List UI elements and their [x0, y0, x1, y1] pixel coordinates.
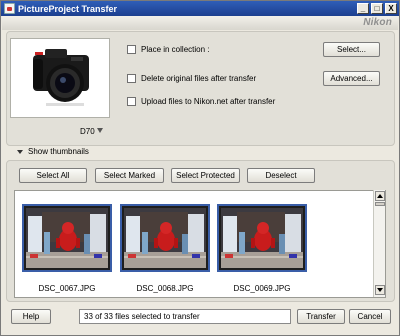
select-all-button[interactable]: Select All: [19, 168, 87, 183]
delete-originals-checkbox[interactable]: [127, 74, 136, 83]
header-strip: Nikon: [2, 16, 398, 30]
chevron-down-icon: [17, 149, 23, 154]
transfer-window: PictureProject Transfer _ □ X Nikon D70 …: [0, 0, 400, 336]
camera-image: [10, 38, 110, 118]
chevron-up-icon: [377, 194, 383, 198]
help-button[interactable]: Help: [11, 309, 51, 324]
upload-nikon-net-checkbox[interactable]: [127, 97, 136, 106]
cancel-button[interactable]: Cancel: [349, 309, 391, 324]
minimize-button[interactable]: _: [357, 3, 369, 14]
scroll-down-button[interactable]: [375, 285, 385, 295]
option-upload-nikon-net[interactable]: Upload files to Nikon.net after transfer: [127, 97, 275, 106]
advanced-button[interactable]: Advanced...: [323, 71, 380, 86]
option-place-in-collection[interactable]: Place in collection :: [127, 45, 209, 54]
select-collection-button[interactable]: Select...: [323, 42, 380, 57]
thumbnail-item[interactable]: [120, 204, 210, 272]
camera-icon: [33, 49, 89, 106]
thumbnail-filename: DSC_0069.JPG: [233, 284, 291, 293]
chevron-down-icon[interactable]: [97, 128, 103, 133]
title-bar: PictureProject Transfer _ □ X: [1, 1, 399, 16]
app-icon: [4, 3, 15, 14]
select-protected-button[interactable]: Select Protected: [171, 168, 240, 183]
chevron-down-icon: [377, 288, 383, 292]
select-marked-button[interactable]: Select Marked: [95, 168, 164, 183]
status-text: 33 of 33 files selected to transfer: [79, 309, 291, 324]
camera-model: D70: [80, 127, 95, 136]
scroll-up-button[interactable]: [375, 191, 385, 201]
show-thumbnails-label: Show thumbnails: [28, 147, 89, 156]
vertical-scrollbar[interactable]: [373, 190, 385, 297]
thumbnail-image: [26, 208, 108, 268]
show-thumbnails-toggle[interactable]: Show thumbnails: [17, 147, 89, 156]
option-label: Delete original files after transfer: [141, 74, 257, 83]
place-in-collection-checkbox[interactable]: [127, 45, 136, 54]
thumbnail-filename: DSC_0068.JPG: [136, 284, 194, 293]
thumbnail-image: [124, 208, 206, 268]
deselect-button[interactable]: Deselect: [247, 168, 315, 183]
thumbnail-filename: DSC_0067.JPG: [38, 284, 96, 293]
window-title: PictureProject Transfer: [18, 3, 118, 14]
thumbnail-item[interactable]: [22, 204, 112, 272]
scroll-thumb[interactable]: [375, 202, 385, 206]
option-label: Place in collection :: [141, 45, 210, 54]
brand-logo: Nikon: [363, 17, 392, 28]
close-button[interactable]: X: [385, 3, 397, 14]
thumbnail-item[interactable]: [217, 204, 307, 272]
transfer-button[interactable]: Transfer: [297, 309, 345, 324]
maximize-button[interactable]: □: [371, 3, 383, 14]
thumbnail-image: [221, 208, 303, 268]
option-delete-originals[interactable]: Delete original files after transfer: [127, 74, 256, 83]
option-label: Upload files to Nikon.net after transfer: [141, 97, 276, 106]
